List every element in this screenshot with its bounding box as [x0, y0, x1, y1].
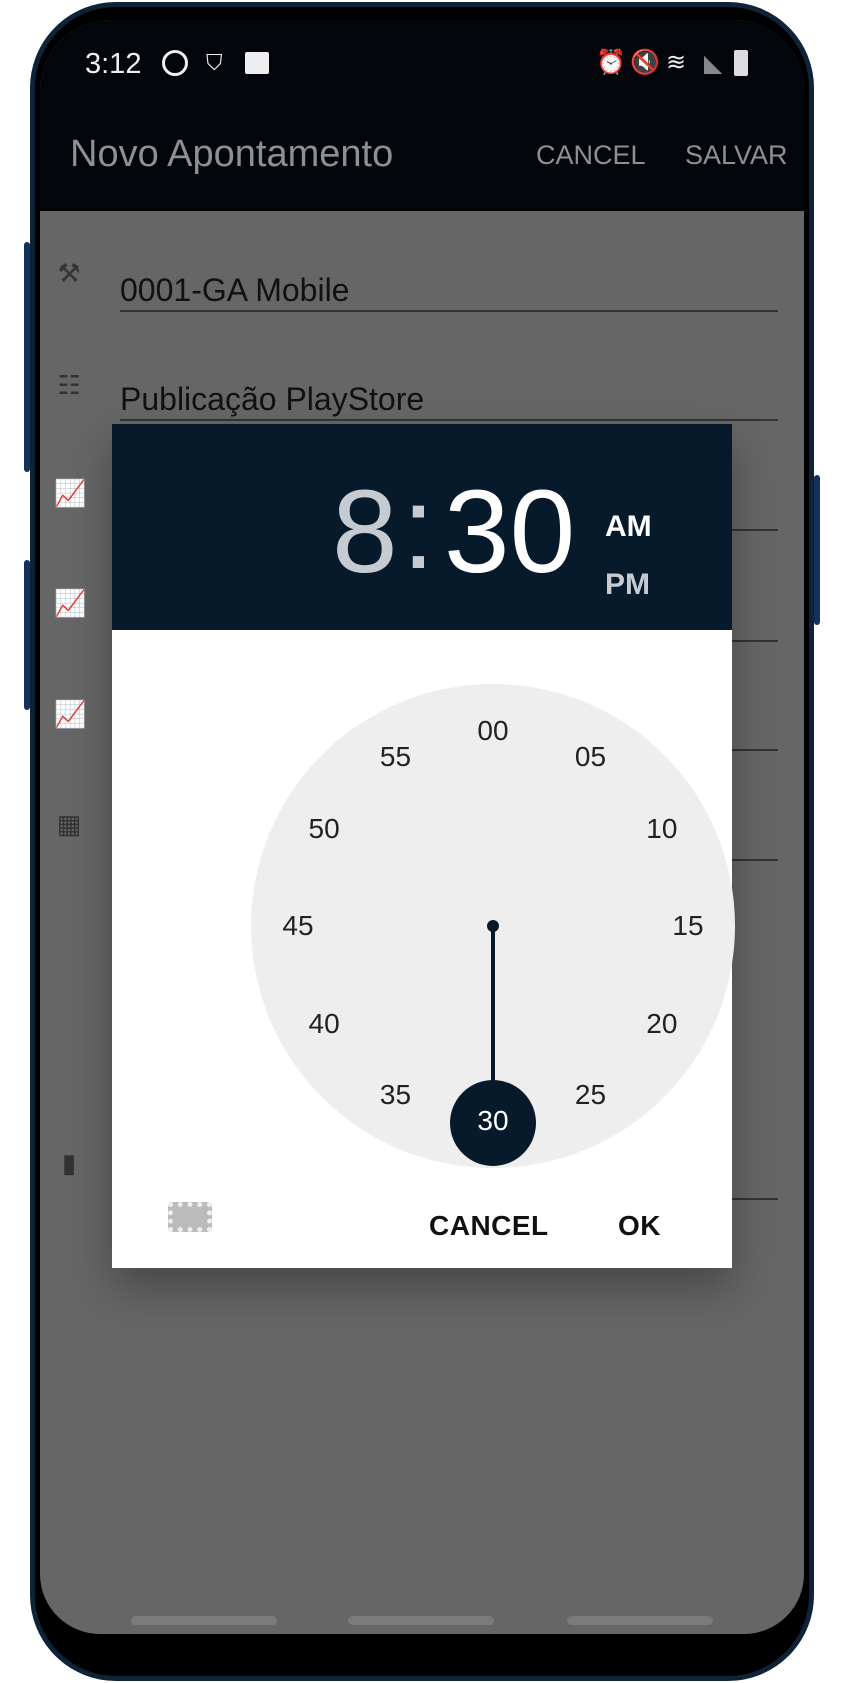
dial-number-10[interactable]: 10	[637, 811, 687, 847]
wifi-icon: ≋	[666, 49, 687, 76]
dial-number-30[interactable]: 30	[468, 1103, 518, 1139]
dial-number-00[interactable]: 00	[468, 713, 518, 749]
time-separator: :	[402, 462, 435, 594]
nav-back-button[interactable]	[567, 1616, 713, 1625]
chart-icon: 📈	[54, 699, 87, 729]
dial-number-55[interactable]: 55	[371, 739, 421, 775]
calendar-icon: ▦	[56, 809, 82, 839]
hammer-icon: ⚒	[57, 258, 81, 288]
keyboard-icon[interactable]	[168, 1202, 212, 1232]
minute-display[interactable]: 30	[444, 464, 575, 600]
page-title: Novo Apontamento	[70, 133, 394, 175]
image-icon	[245, 52, 269, 74]
hierarchy-icon: ☷	[57, 370, 81, 400]
status-bar: 3:12 ⛉ ⏰ 🔇 ≋	[40, 20, 804, 120]
dial-number-15[interactable]: 15	[663, 908, 713, 944]
mute-icon: 🔇	[630, 49, 660, 76]
am-toggle[interactable]: AM	[605, 510, 652, 544]
whatsapp-icon	[162, 50, 188, 76]
dialog-cancel-button[interactable]: CANCEL	[429, 1210, 549, 1242]
alarm-icon: ⏰	[596, 49, 626, 76]
dialog-ok-button[interactable]: OK	[618, 1210, 661, 1242]
clipboard-icon: ▮	[61, 1148, 77, 1178]
pm-toggle[interactable]: PM	[605, 568, 650, 602]
nav-home-button[interactable]	[348, 1616, 494, 1625]
chart-icon: 📈	[54, 478, 87, 508]
save-button[interactable]: SALVAR	[685, 140, 788, 171]
dial-number-40[interactable]: 40	[299, 1006, 349, 1042]
chart-icon: 📈	[54, 588, 87, 618]
status-time: 3:12	[85, 48, 142, 80]
clock-dial[interactable]: 00 05 10 15 20 25 30 35 40 45 50 55	[251, 684, 735, 1168]
project-field[interactable]: 0001-GA Mobile	[120, 272, 778, 312]
hour-display[interactable]: 8	[332, 464, 398, 600]
clock-center	[487, 920, 499, 932]
task-field[interactable]: Publicação PlayStore	[120, 381, 778, 421]
nav-recent-button[interactable]	[131, 1616, 277, 1625]
side-button	[814, 475, 820, 625]
battery-icon	[734, 50, 748, 76]
dial-number-35[interactable]: 35	[371, 1077, 421, 1113]
time-picker-dialog: 8 : 30 AM PM 00 05 10 15 20 25 30 35 40 45 50 55 CA…	[112, 424, 735, 1268]
dial-number-25[interactable]: 25	[566, 1077, 616, 1113]
screen: 3:12 ⛉ ⏰ 🔇 ≋ Novo Apontamento CANCEL SAL…	[40, 20, 804, 1634]
signal-icon	[704, 56, 722, 74]
dial-number-20[interactable]: 20	[637, 1006, 687, 1042]
time-picker-header: 8 : 30 AM PM	[112, 424, 732, 630]
dial-number-50[interactable]: 50	[299, 811, 349, 847]
shield-check-icon: ⛉	[206, 50, 223, 75]
dial-number-45[interactable]: 45	[273, 908, 323, 944]
cancel-button[interactable]: CANCEL	[536, 140, 646, 171]
dial-number-05[interactable]: 05	[566, 739, 616, 775]
